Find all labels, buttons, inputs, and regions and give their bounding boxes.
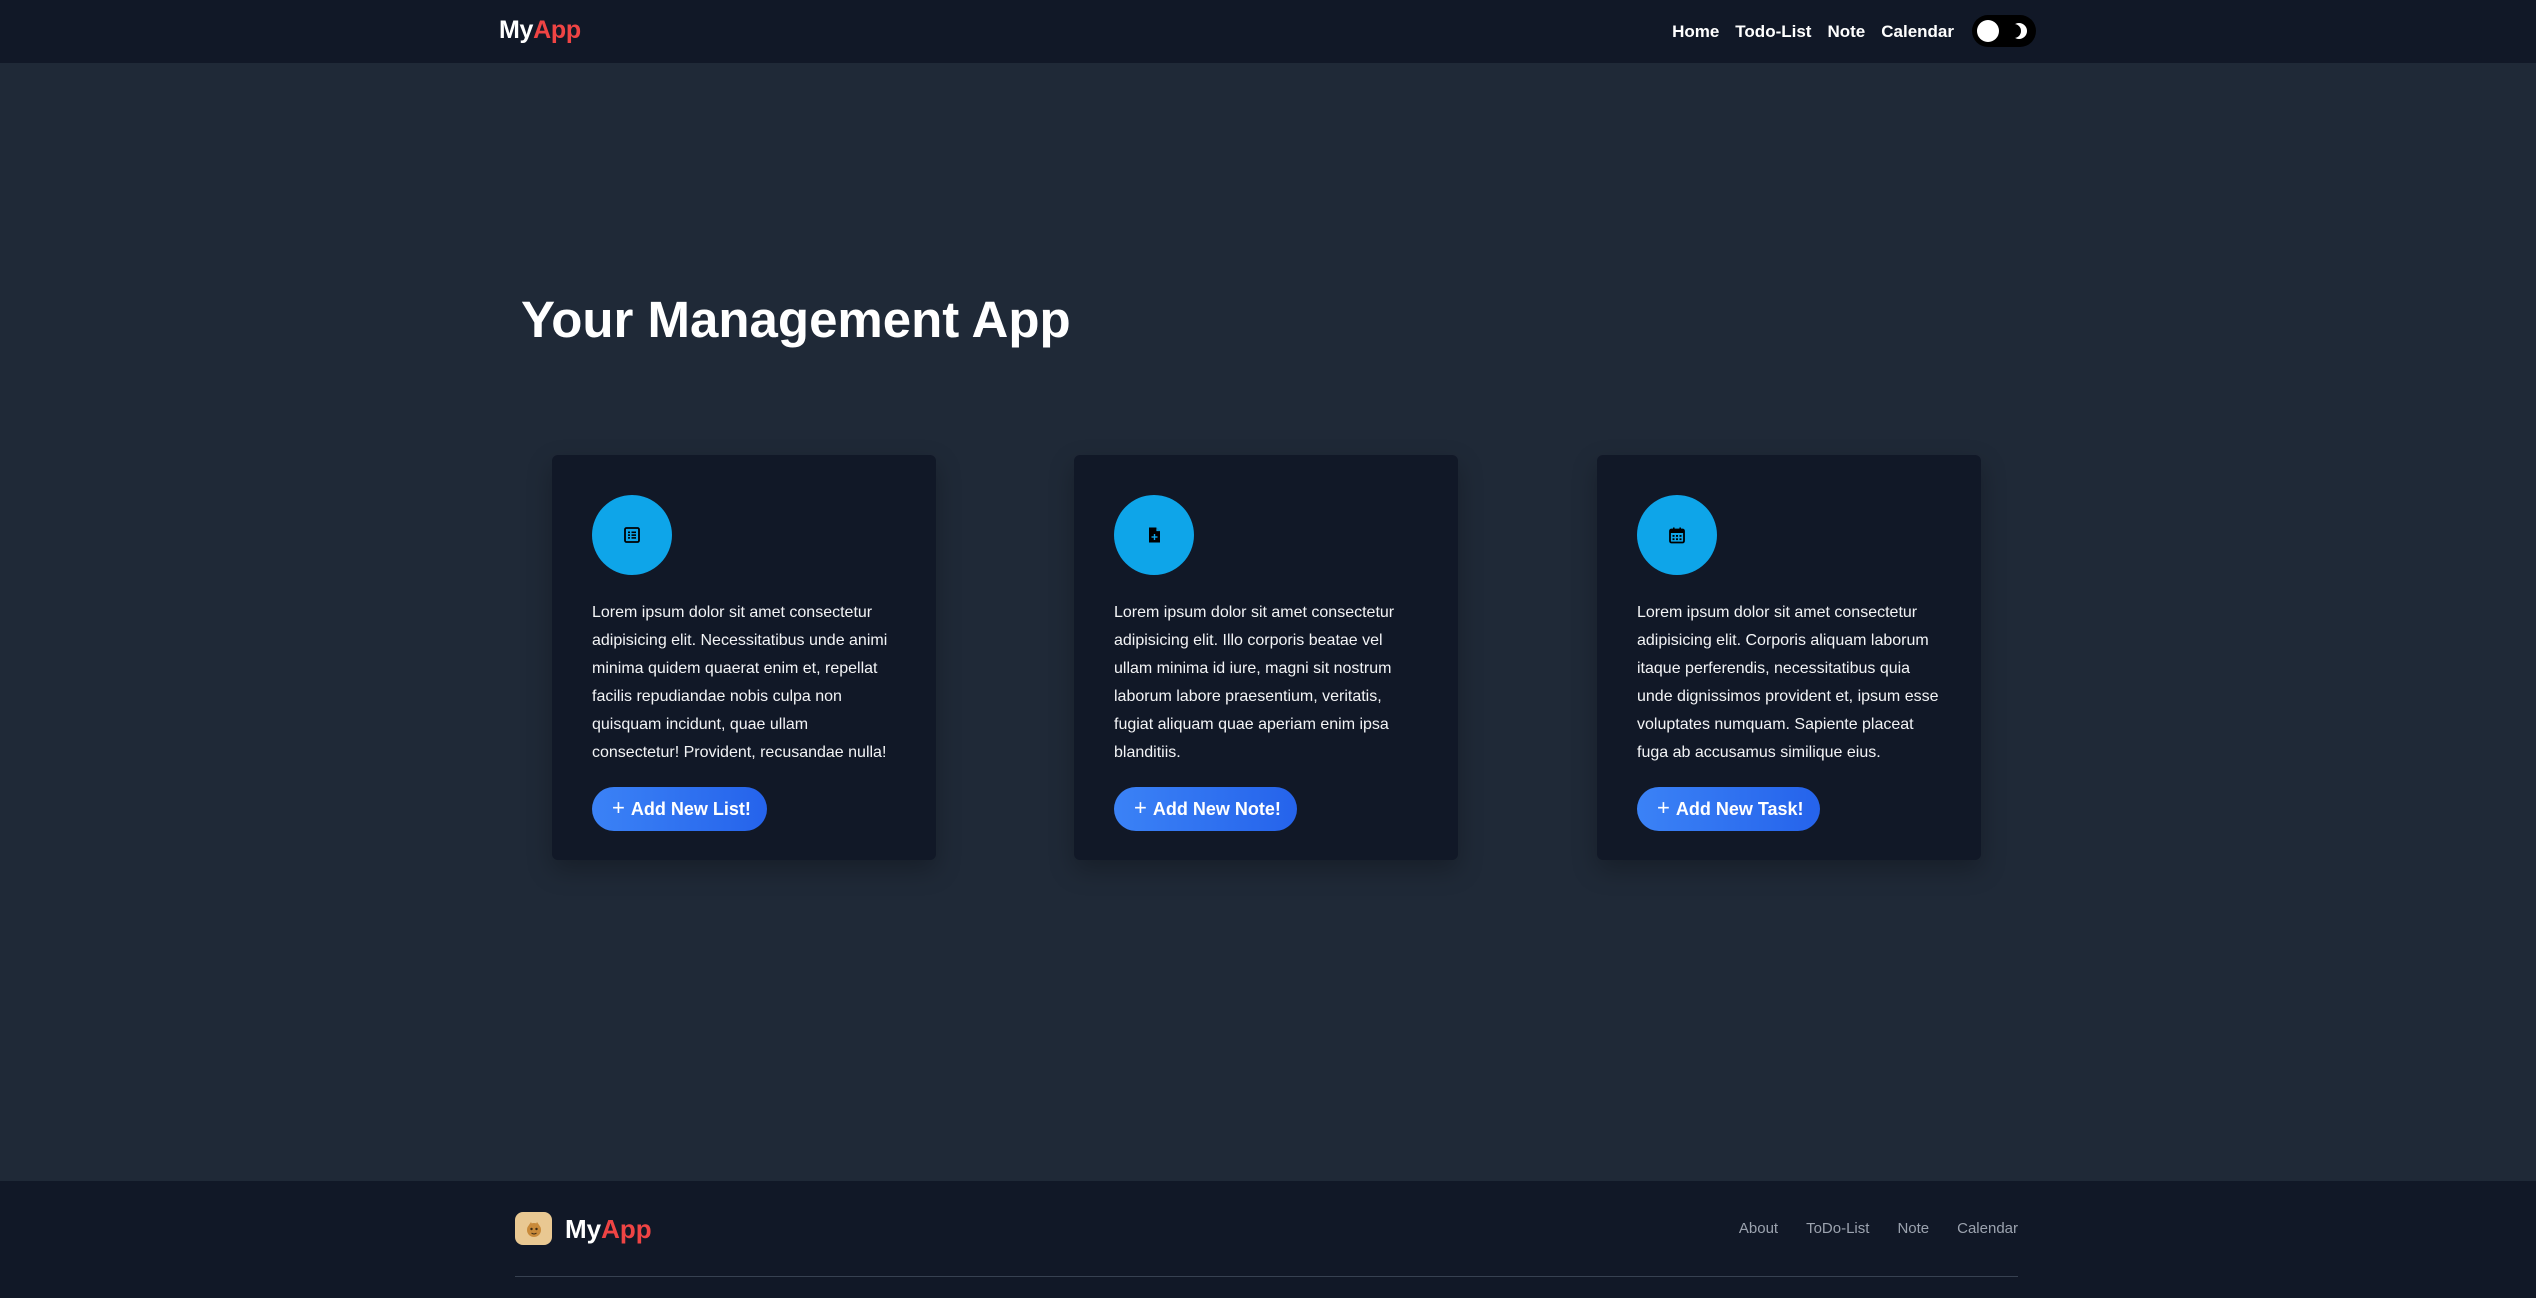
nav-todo-list-link[interactable]: Todo-List (1735, 22, 1811, 42)
card-description: Lorem ipsum dolor sit amet consectetur a… (592, 604, 888, 761)
toggle-knob (1977, 20, 1999, 42)
card-icon-circle (592, 495, 672, 575)
footer-logo-icon[interactable] (515, 1212, 552, 1245)
add-new-task-button[interactable]: + Add New Task! (1637, 787, 1820, 831)
footer: MyApp About ToDo-List Note Calendar (0, 1181, 2536, 1298)
calendar-icon (1669, 527, 1685, 544)
footer-calendar-link[interactable]: Calendar (1957, 1220, 2018, 1237)
footer-todo-list-link[interactable]: ToDo-List (1806, 1220, 1869, 1237)
main-nav: Home Todo-List Note Calendar (1672, 15, 2036, 47)
card-icon-circle (1114, 495, 1194, 575)
add-new-task-label: Add New Task! (1675, 798, 1804, 819)
dark-mode-toggle[interactable] (1972, 15, 2036, 47)
note-card: Lorem ipsum dolor sit amet consectetur a… (1074, 455, 1458, 860)
plus-icon: + (1134, 795, 1147, 820)
footer-nav: About ToDo-List Note Calendar (1739, 1220, 2018, 1237)
top-navbar: MyApp Home Todo-List Note Calendar (0, 0, 2536, 63)
add-new-note-label: Add New Note! (1152, 798, 1281, 819)
footer-about-link[interactable]: About (1739, 1220, 1778, 1237)
add-new-note-button[interactable]: + Add New Note! (1114, 787, 1297, 831)
footer-brand-accent: App (601, 1214, 652, 1244)
file-plus-icon (1149, 527, 1160, 543)
card-description: Lorem ipsum dolor sit amet consectetur a… (1114, 604, 1395, 761)
page-title: Your Management App (521, 291, 1071, 348)
footer-note-link[interactable]: Note (1897, 1220, 1929, 1237)
footer-brand[interactable]: MyApp (565, 1214, 652, 1245)
brand-logo[interactable]: MyApp (499, 16, 581, 45)
calendar-card: Lorem ipsum dolor sit amet consectetur a… (1597, 455, 1981, 860)
nav-home-link[interactable]: Home (1672, 22, 1719, 42)
card-description: Lorem ipsum dolor sit amet consectetur a… (1637, 604, 1939, 761)
brand-main: My (499, 16, 534, 44)
plus-icon: + (1657, 795, 1670, 820)
add-new-list-button[interactable]: + Add New List! (592, 787, 767, 831)
list-icon (624, 527, 640, 543)
footer-divider (515, 1276, 2018, 1277)
footer-brand-main: My (565, 1214, 602, 1244)
plus-icon: + (612, 795, 625, 820)
mascot-icon (526, 1221, 541, 1237)
add-new-list-label: Add New List! (630, 798, 751, 819)
todo-list-card: Lorem ipsum dolor sit amet consectetur a… (552, 455, 936, 860)
nav-calendar-link[interactable]: Calendar (1881, 22, 1954, 42)
nav-note-link[interactable]: Note (1827, 22, 1865, 42)
card-icon-circle (1637, 495, 1717, 575)
brand-accent: App (533, 16, 581, 44)
moon-icon (2010, 23, 2027, 39)
